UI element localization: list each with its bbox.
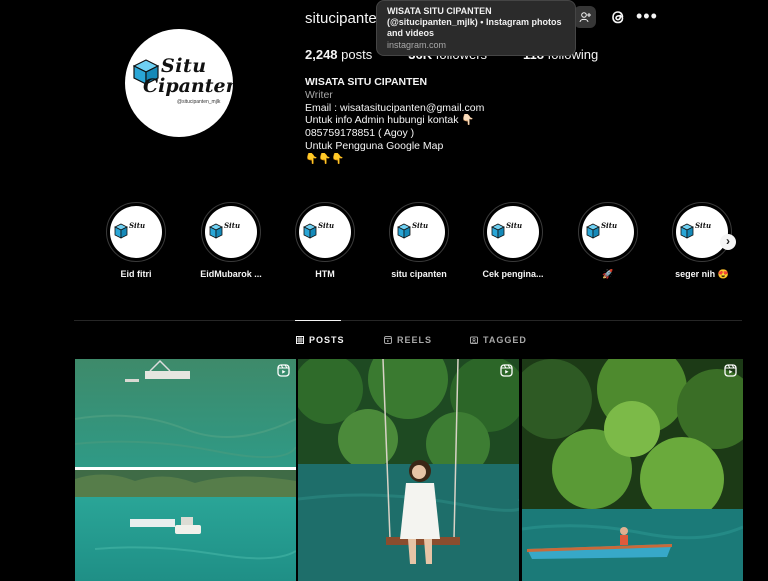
cube-logo-icon [303, 223, 317, 239]
highlight-label: HTM [315, 269, 335, 279]
highlight-cover: Situ [209, 221, 253, 243]
reel-badge-icon [500, 364, 513, 377]
highlight-label: seger nih 😍 [675, 269, 729, 279]
highlight-label: Eid fitri [120, 269, 152, 279]
highlight-cover: Situ [586, 221, 630, 243]
bio-line: 👇👇👇 [305, 152, 345, 165]
cube-logo-icon [209, 223, 223, 239]
bio-line: 085759178851 ( Agoy ) [305, 127, 415, 140]
reel-badge-icon [724, 364, 737, 377]
tabs-divider [74, 320, 742, 321]
chevron-right-icon[interactable]: › [720, 234, 736, 250]
highlight-cover: Situ [491, 221, 535, 243]
tooltip-domain: instagram.com [387, 40, 447, 50]
post-image [298, 359, 519, 581]
post-image [522, 359, 743, 581]
tab-reels[interactable]: REELS [384, 335, 432, 345]
bio-line: Untuk Pengguna Google Map [305, 139, 444, 152]
profile-username[interactable]: situcipanten [305, 10, 385, 27]
post-thumbnail[interactable] [522, 359, 743, 581]
highlight-cover: Situ [680, 221, 724, 243]
bio-line: Untuk info Admin hubungi kontak 👇🏻 [305, 114, 475, 127]
bio-category: Writer [305, 88, 333, 101]
cube-logo-icon [491, 223, 505, 239]
tab-posts[interactable]: POSTS [296, 335, 345, 345]
highlight-item[interactable]: Situ Cek pengina... [473, 202, 553, 279]
highlight-item[interactable]: Situ HTM [285, 202, 365, 279]
active-tab-indicator [295, 320, 341, 321]
link-tooltip: WISATA SITU CIPANTEN (@situcipanten_mjlk… [376, 0, 576, 56]
grid-icon [296, 336, 304, 344]
reel-badge-icon [277, 364, 290, 377]
logo-text-line1: Situ [161, 55, 207, 77]
situ-cipanten-logo: Situ Cipanten @situcipanten_mjlk [131, 53, 233, 113]
post-thumbnail[interactable] [298, 359, 519, 581]
threads-icon[interactable] [608, 7, 628, 27]
post-image [75, 359, 296, 581]
highlight-item[interactable]: Situ situ cipanten [379, 202, 459, 279]
highlight-item[interactable]: Situ 🚀 [568, 202, 648, 280]
highlight-item[interactable]: Situ Eid fitri [96, 202, 176, 279]
cube-logo-icon [114, 223, 128, 239]
tab-tagged-label: TAGGED [483, 335, 527, 345]
posts-stat: 2,248 posts [305, 47, 373, 62]
highlight-label: 🚀 [602, 269, 614, 279]
tagged-icon [470, 336, 478, 344]
bio-name: WISATA SITU CIPANTEN [305, 76, 428, 88]
tooltip-title: WISATA SITU CIPANTEN (@situcipanten_mjlk… [387, 6, 562, 38]
highlight-label: situ cipanten [391, 269, 447, 279]
more-options-icon[interactable]: ••• [636, 7, 657, 25]
highlight-label: Cek pengina... [482, 269, 544, 279]
highlight-cover: Situ [114, 221, 158, 243]
cube-logo-icon [586, 223, 600, 239]
cube-logo-icon [397, 223, 411, 239]
profile-avatar[interactable]: Situ Cipanten @situcipanten_mjlk [125, 29, 233, 137]
post-thumbnail[interactable] [75, 359, 296, 581]
highlight-item[interactable]: Situ EidMubarok ... [191, 202, 271, 279]
highlight-cover: Situ [303, 221, 347, 243]
logo-text-line2: Cipanten [143, 75, 233, 97]
logo-handle: @situcipanten_mjlk [177, 99, 221, 105]
highlight-cover: Situ [397, 221, 441, 243]
add-user-icon [579, 12, 591, 23]
tab-posts-label: POSTS [309, 335, 345, 345]
tab-tagged[interactable]: TAGGED [470, 335, 527, 345]
add-user-button[interactable] [574, 6, 596, 28]
cube-logo-icon [680, 223, 694, 239]
reels-icon [384, 336, 392, 344]
tab-reels-label: REELS [397, 335, 433, 345]
profile-bio: WISATA SITU CIPANTEN Writer Email : wisa… [305, 76, 484, 166]
bio-line: Email : wisatasitucipanten@gmail.com [305, 101, 485, 114]
highlight-label: EidMubarok ... [200, 269, 262, 279]
